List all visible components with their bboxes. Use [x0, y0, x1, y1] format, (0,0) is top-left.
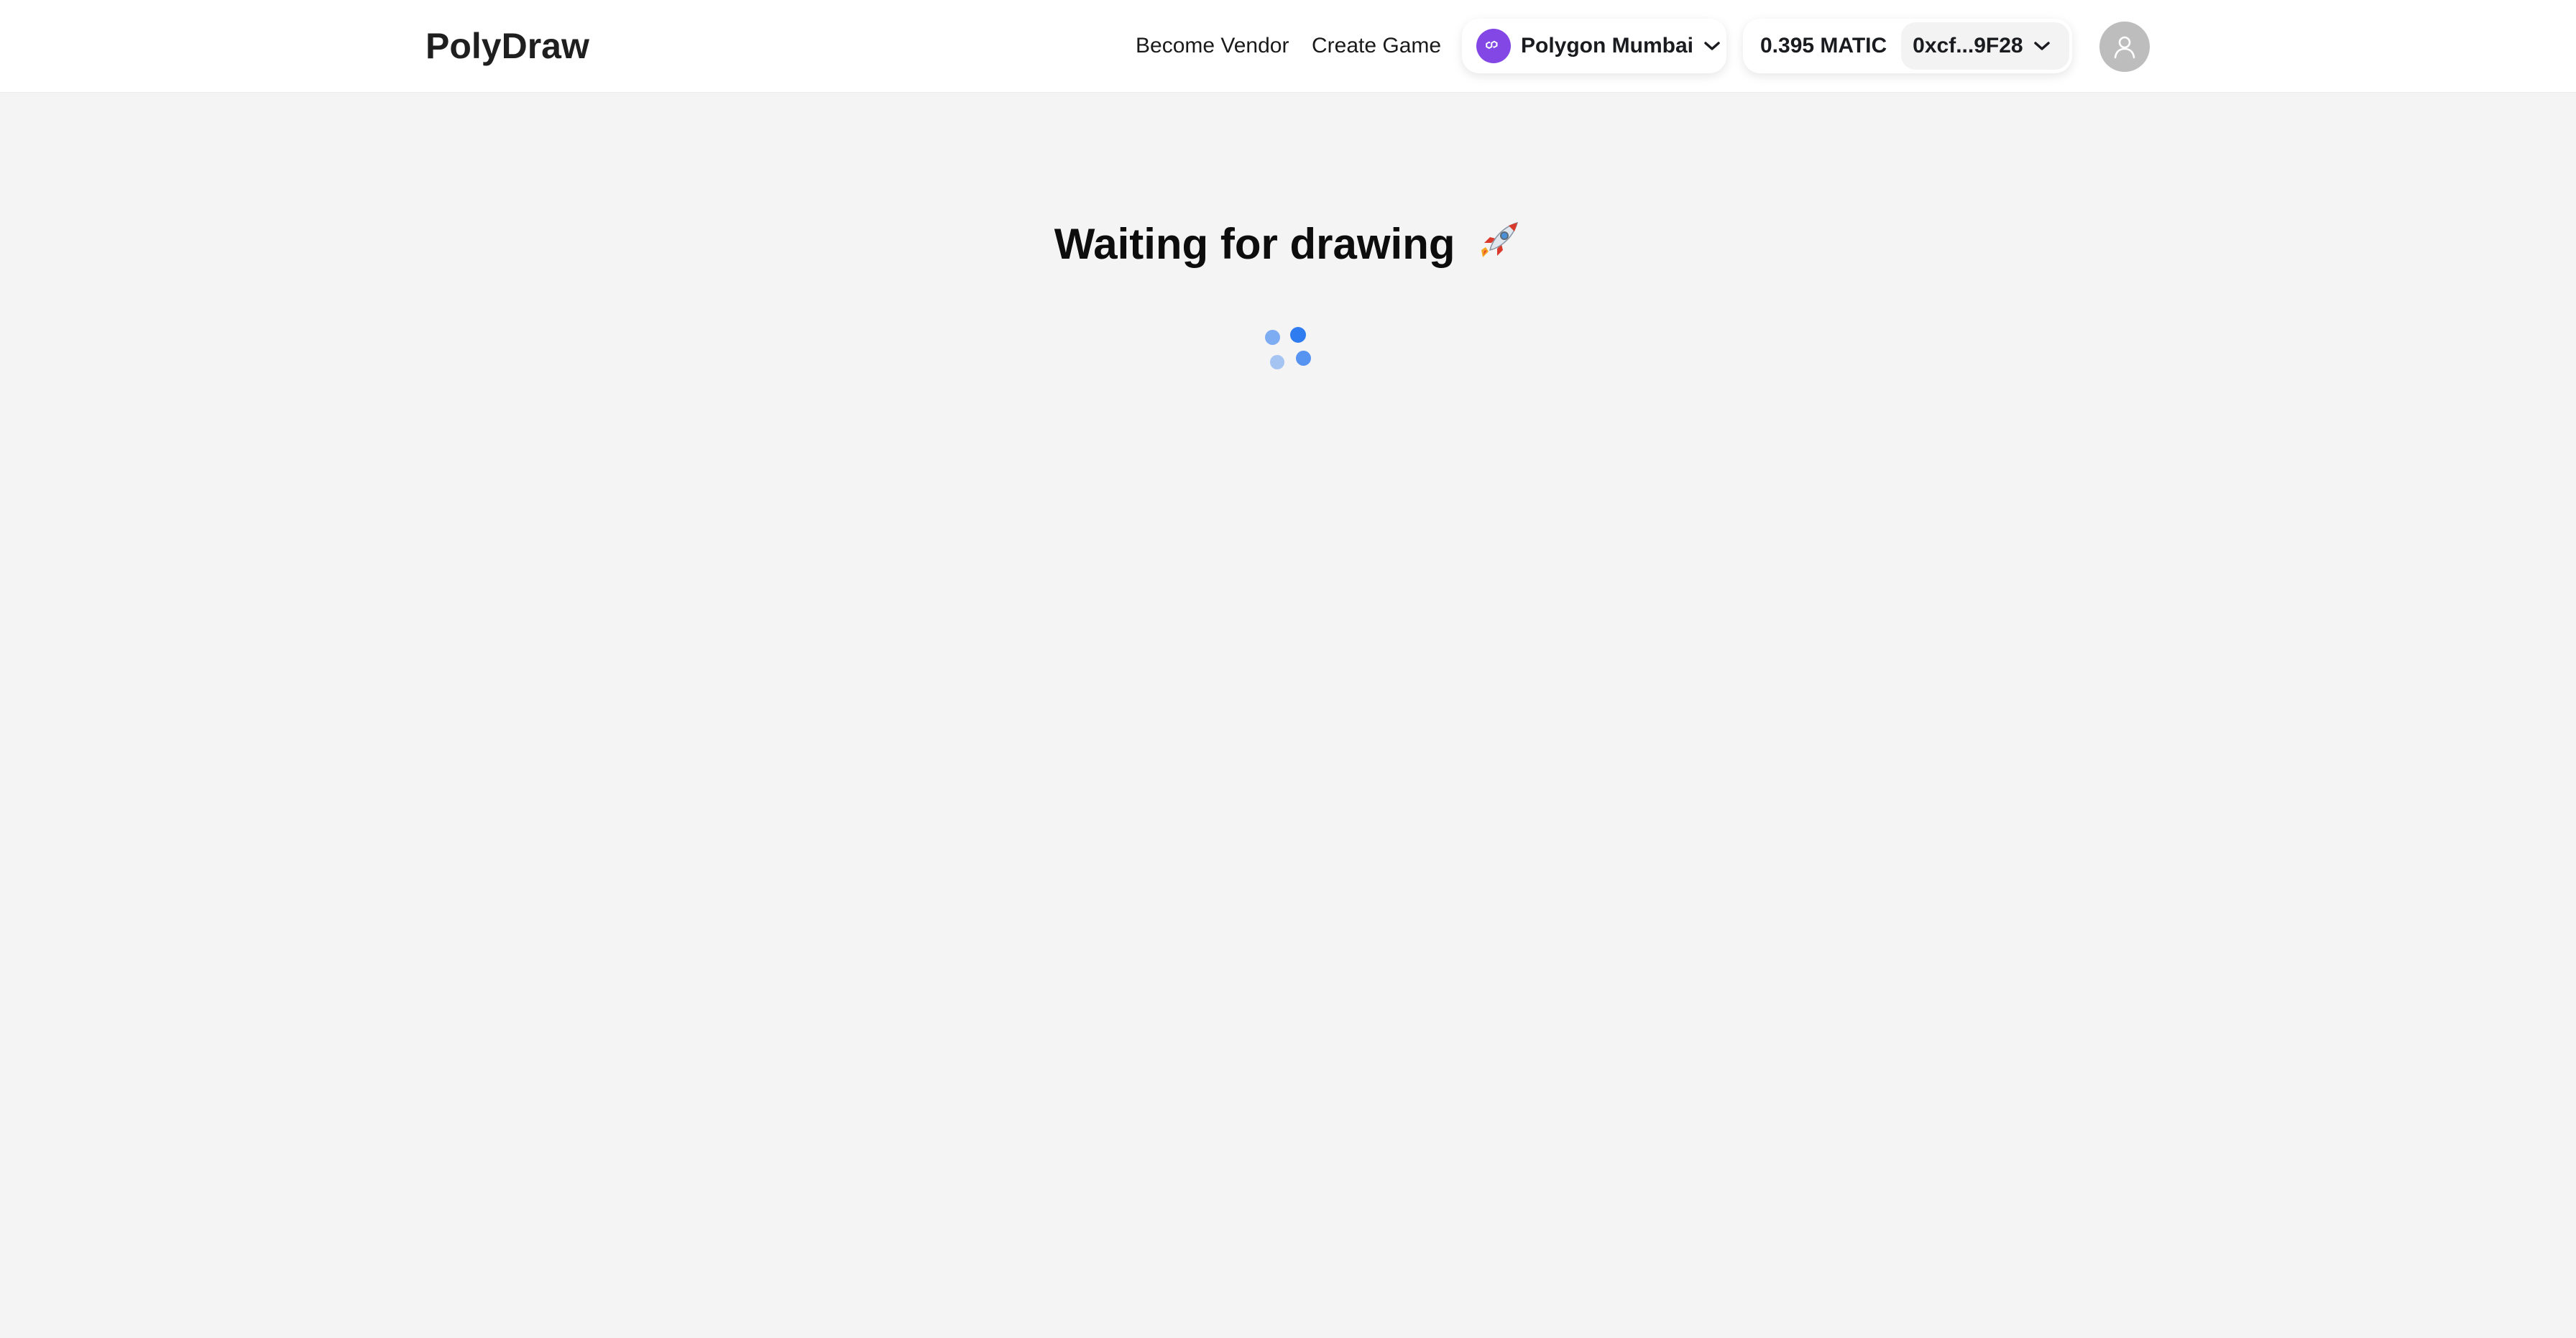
- create-game-link[interactable]: Create Game: [1312, 32, 1441, 60]
- become-vendor-link[interactable]: Become Vendor: [1136, 32, 1289, 60]
- spinner-dot: [1296, 351, 1311, 366]
- chevron-down-icon: [2033, 42, 2050, 50]
- spinner-dot: [1265, 330, 1280, 345]
- page-heading: Waiting for drawing: [0, 216, 2576, 273]
- network-name: Polygon Mumbai: [1521, 34, 1693, 57]
- spinner-dot: [1290, 327, 1306, 343]
- wallet-address: 0xcf...9F28: [1913, 34, 2023, 57]
- account-panel: 0.395 MATIC 0xcf...9F28: [1743, 19, 2072, 73]
- rocket-icon: [1481, 221, 1519, 257]
- user-icon: [2114, 36, 2135, 59]
- logo[interactable]: PolyDraw: [426, 24, 589, 68]
- page: PolyDraw Become Vendor Create Game Polyg…: [0, 0, 2576, 1338]
- user-avatar-button[interactable]: [2099, 22, 2150, 72]
- account-address-button[interactable]: 0xcf...9F28: [1901, 22, 2069, 70]
- balance-display: 0.395 MATIC: [1760, 34, 1887, 57]
- spinner-dot: [1270, 355, 1284, 369]
- chevron-down-icon: [1704, 42, 1720, 50]
- top-header: PolyDraw Become Vendor Create Game Polyg…: [0, 0, 2576, 93]
- heading-text: Waiting for drawing: [1054, 220, 1455, 268]
- polygon-icon: [1476, 29, 1511, 63]
- loading-spinner: [1259, 323, 1317, 381]
- network-selector-button[interactable]: Polygon Mumbai: [1462, 19, 1726, 73]
